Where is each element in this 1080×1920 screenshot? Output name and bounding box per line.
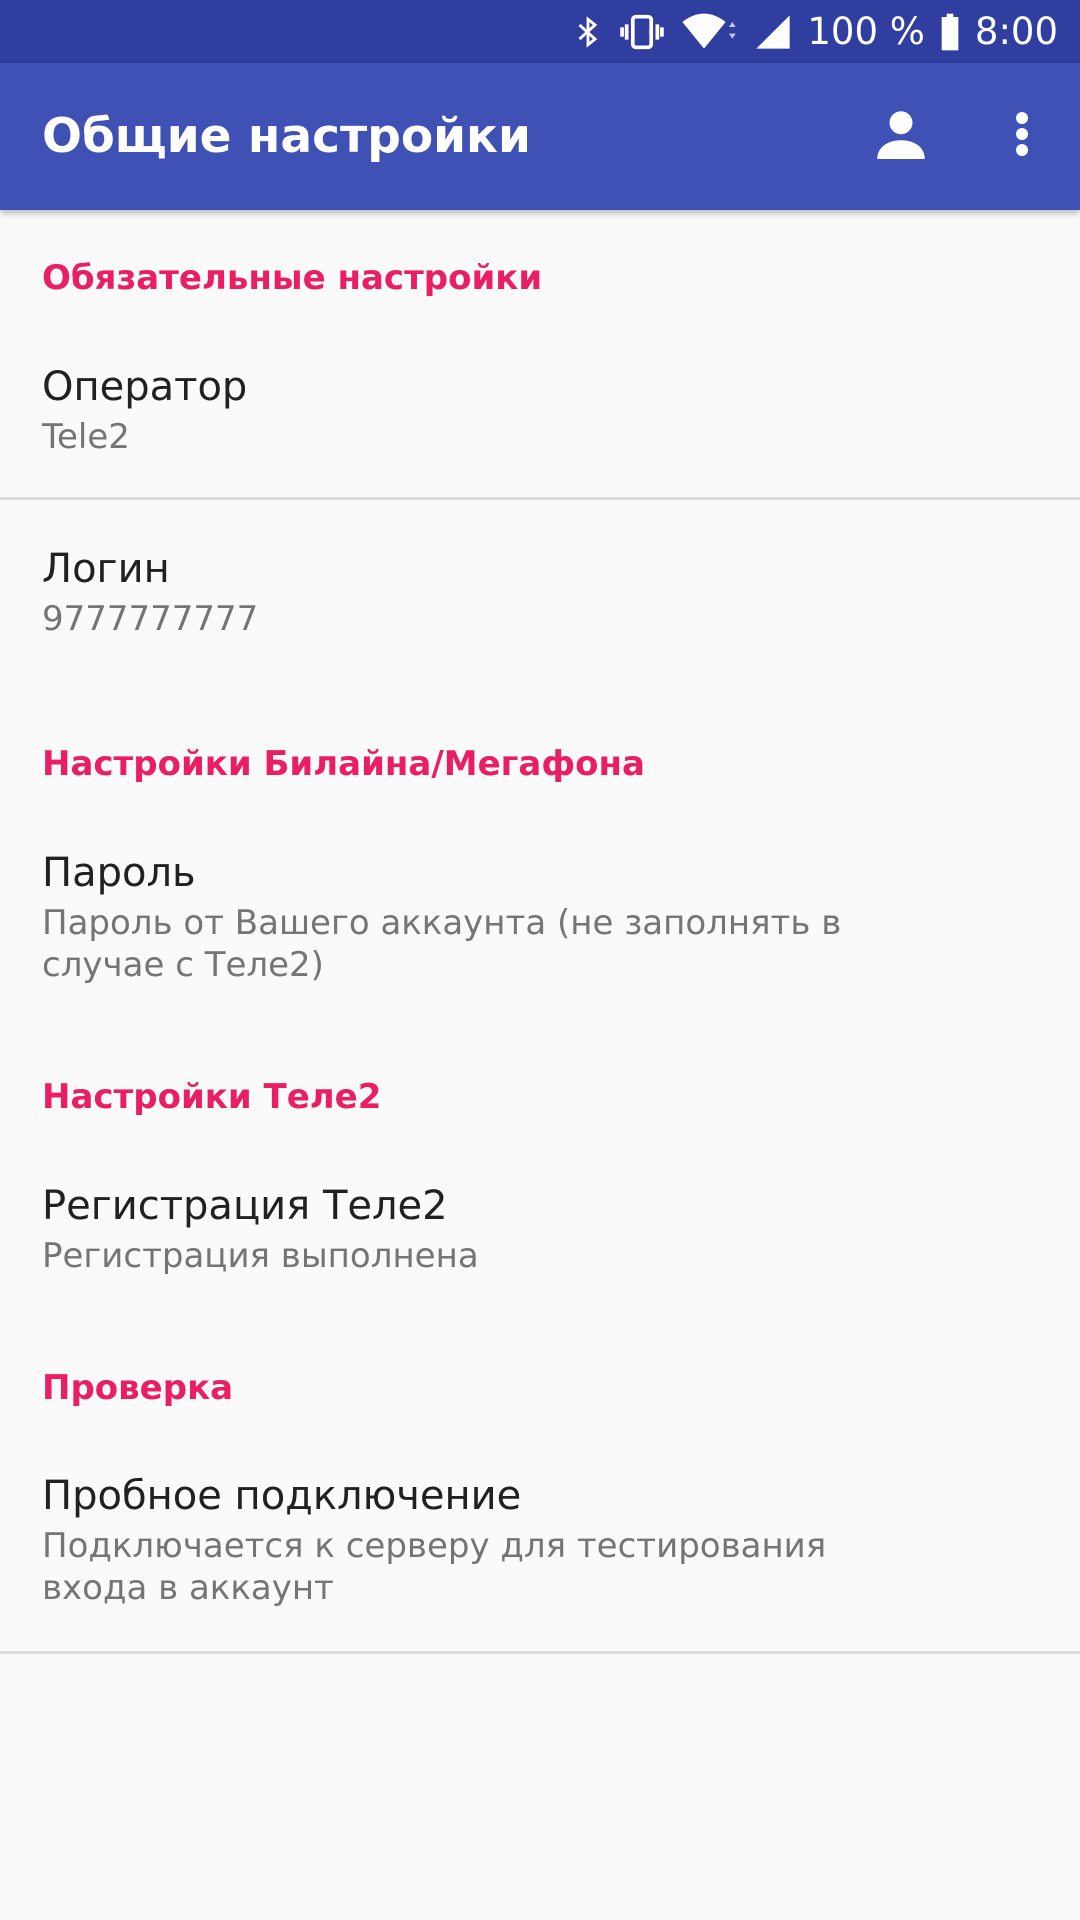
pref-operator-title: Оператор (42, 364, 248, 410)
status-icons: 100 % 8:00 (571, 0, 1058, 63)
status-bar: 100 % 8:00 (0, 0, 1080, 63)
pref-tele2-registration[interactable]: Регистрация Теле2 Регистрация выполнена (0, 1140, 1080, 1310)
account-icon (871, 104, 931, 168)
section-header-tele2: Настройки Теле2 (42, 1077, 382, 1117)
pref-operator[interactable]: Оператор Tele2 (0, 320, 1080, 485)
pref-password-summary: Пароль от Вашего аккаунта (не заполнять … (42, 903, 842, 985)
more-vert-icon (1012, 110, 1032, 162)
app-bar: Общие настройки (0, 63, 1080, 210)
pref-password-title: Пароль (42, 850, 196, 896)
vibrate-icon (619, 12, 665, 52)
more-options-button[interactable] (982, 96, 1062, 176)
account-button[interactable] (861, 96, 941, 176)
section-header-required: Обязательные настройки (42, 258, 543, 298)
pref-login[interactable]: Логин 9777777777 (0, 500, 1080, 680)
divider (0, 1651, 1080, 1654)
wifi-icon (679, 12, 739, 52)
section-header-beeline-megafon: Настройки Билайна/Мегафона (42, 744, 645, 784)
pref-test-connection-title: Пробное подключение (42, 1473, 522, 1519)
bluetooth-icon (571, 12, 605, 52)
pref-login-title: Логин (42, 546, 170, 592)
pref-test-connection[interactable]: Пробное подключение Подключается к серве… (0, 1430, 1080, 1652)
section-header-check: Проверка (42, 1368, 234, 1408)
pref-password[interactable]: Пароль Пароль от Вашего аккаунта (не зап… (0, 806, 1080, 1046)
pref-tele2-registration-title: Регистрация Теле2 (42, 1183, 448, 1229)
clock: 8:00 (974, 10, 1058, 53)
pref-login-summary: 9777777777 (42, 599, 259, 639)
page-title: Общие настройки (42, 109, 531, 164)
pref-operator-summary: Tele2 (42, 417, 130, 457)
battery-percent: 100 % (807, 10, 925, 53)
signal-icon (753, 12, 793, 52)
battery-icon (939, 12, 961, 52)
pref-test-connection-summary: Подключается к серверу для тестирования … (42, 1526, 827, 1608)
pref-tele2-registration-summary: Регистрация выполнена (42, 1236, 479, 1276)
